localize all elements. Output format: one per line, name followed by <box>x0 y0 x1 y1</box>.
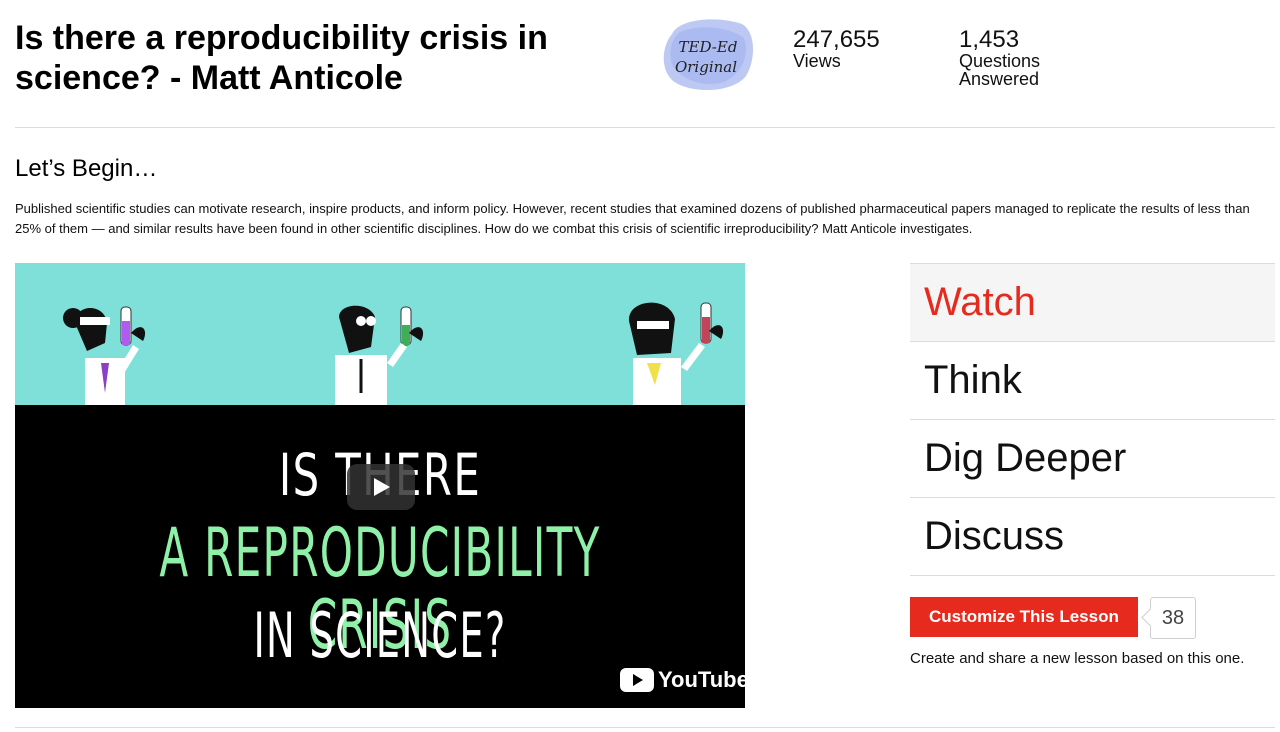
video-player[interactable]: IS THERE A REPRODUCIBILITY CRISIS IN SCI… <box>15 263 745 708</box>
tab-watch[interactable]: Watch <box>910 263 1275 341</box>
customize-lesson-button[interactable]: Customize This Lesson <box>910 597 1138 637</box>
views-stat: 247,655 Views <box>793 26 880 71</box>
scientist-right-icon <box>628 302 724 405</box>
lesson-title-line1: Is there a reproducibility crisis in <box>15 19 548 57</box>
play-icon <box>374 478 390 496</box>
youtube-label: YouTube <box>658 667 745 692</box>
views-label: Views <box>793 51 841 71</box>
top-divider <box>15 127 1275 128</box>
play-button[interactable] <box>347 464 415 510</box>
scientist-middle-icon <box>335 305 424 405</box>
questions-count: 1,453 <box>959 26 1020 53</box>
bottom-divider <box>15 727 1275 728</box>
youtube-link[interactable]: YouTube <box>620 667 745 693</box>
intro-heading: Let’s Begin… <box>15 155 158 182</box>
lesson-tabs: Watch Think Dig Deeper Discuss <box>910 263 1275 576</box>
customize-count-badge: 38 <box>1150 597 1196 639</box>
scientist-left-icon <box>63 306 146 405</box>
tab-discuss[interactable]: Discuss <box>910 497 1275 576</box>
customize-note: Create and share a new lesson based on t… <box>910 650 1245 667</box>
tab-dig-deeper[interactable]: Dig Deeper <box>910 419 1275 497</box>
lesson-title: Is there a reproducibility crisis in sci… <box>15 18 635 98</box>
lesson-title-line2: science? - Matt Anticole <box>15 59 403 97</box>
badge-line1: TED-Ed <box>679 38 738 56</box>
video-title-line3: IN SCIENCE? <box>253 599 507 672</box>
views-count: 247,655 <box>793 26 880 53</box>
tab-think[interactable]: Think <box>910 341 1275 419</box>
intro-description: Published scientific studies can motivat… <box>15 201 1250 236</box>
ted-ed-original-badge: TED-Ed Original <box>658 14 758 94</box>
questions-stat: 1,453 Questions Answered <box>959 26 1041 89</box>
video-thumbnail-illustration <box>15 263 745 405</box>
youtube-play-icon <box>620 668 654 692</box>
badge-line2: Original <box>675 58 737 76</box>
questions-label-2: Answered <box>959 69 1040 89</box>
questions-label-1: Questions <box>959 51 1041 71</box>
